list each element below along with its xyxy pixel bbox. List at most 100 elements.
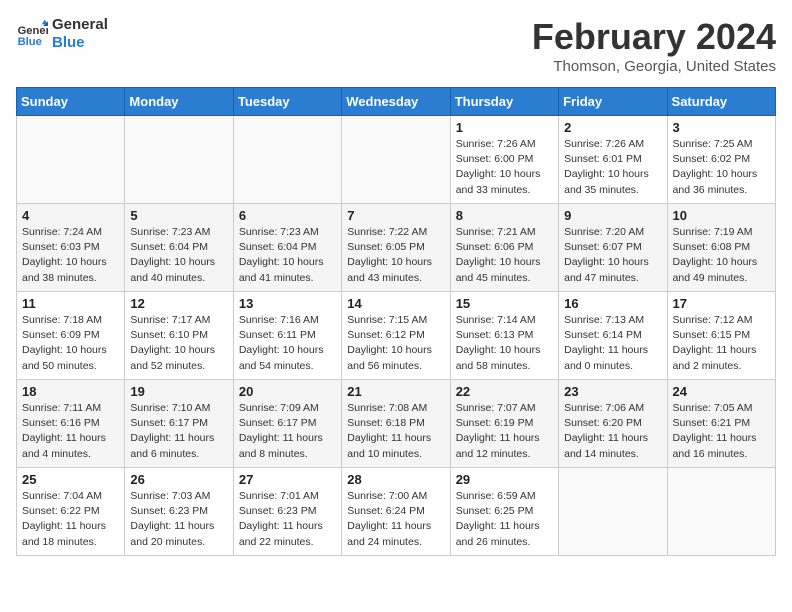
header-cell-wednesday: Wednesday <box>342 88 450 116</box>
day-number: 15 <box>456 296 553 311</box>
calendar-cell: 23 Sunrise: 7:06 AMSunset: 6:20 PMDayligh… <box>559 380 667 468</box>
calendar-cell: 17 Sunrise: 7:12 AMSunset: 6:15 PMDayligh… <box>667 292 775 380</box>
cell-content: Sunrise: 7:21 AMSunset: 6:06 PMDaylight:… <box>456 225 553 286</box>
cell-content: Sunrise: 7:26 AMSunset: 6:01 PMDaylight:… <box>564 137 661 198</box>
cell-content: Sunrise: 7:24 AMSunset: 6:03 PMDaylight:… <box>22 225 119 286</box>
calendar-cell: 22 Sunrise: 7:07 AMSunset: 6:19 PMDayligh… <box>450 380 558 468</box>
cell-content: Sunrise: 7:06 AMSunset: 6:20 PMDaylight:… <box>564 401 661 462</box>
title-area: February 2024 Thomson, Georgia, United S… <box>532 16 776 75</box>
day-number: 5 <box>130 208 227 223</box>
calendar-cell <box>17 116 125 204</box>
week-row-0: 1Sunrise: 7:26 AMSunset: 6:00 PMDaylight… <box>17 116 776 204</box>
cell-content: Sunrise: 7:12 AMSunset: 6:15 PMDaylight:… <box>673 313 770 374</box>
cell-content: Sunrise: 7:18 AMSunset: 6:09 PMDaylight:… <box>22 313 119 374</box>
calendar-cell: 1Sunrise: 7:26 AMSunset: 6:00 PMDaylight… <box>450 116 558 204</box>
logo-icon: General Blue <box>16 18 48 50</box>
day-number: 20 <box>239 384 336 399</box>
day-number: 17 <box>673 296 770 311</box>
calendar-cell: 14 Sunrise: 7:15 AMSunset: 6:12 PMDayligh… <box>342 292 450 380</box>
cell-content: Sunrise: 6:59 AMSunset: 6:25 PMDaylight:… <box>456 489 553 550</box>
cell-content: Sunrise: 7:04 AMSunset: 6:22 PMDaylight:… <box>22 489 119 550</box>
calendar-cell: 4 Sunrise: 7:24 AMSunset: 6:03 PMDaylight… <box>17 204 125 292</box>
cell-content: Sunrise: 7:10 AMSunset: 6:17 PMDaylight:… <box>130 401 227 462</box>
logo: General Blue General Blue <box>16 16 108 52</box>
day-number: 2 <box>564 120 661 135</box>
calendar-cell: 11Sunrise: 7:18 AMSunset: 6:09 PMDayligh… <box>17 292 125 380</box>
calendar-cell: 28Sunrise: 7:00 AMSunset: 6:24 PMDayligh… <box>342 468 450 556</box>
day-number: 28 <box>347 472 444 487</box>
calendar-cell: 21Sunrise: 7:08 AMSunset: 6:18 PMDayligh… <box>342 380 450 468</box>
day-number: 12 <box>130 296 227 311</box>
logo-general: General <box>52 16 108 34</box>
header-cell-sunday: Sunday <box>17 88 125 116</box>
header-cell-saturday: Saturday <box>667 88 775 116</box>
calendar-cell: 8 Sunrise: 7:21 AMSunset: 6:06 PMDaylight… <box>450 204 558 292</box>
day-number: 19 <box>130 384 227 399</box>
cell-content: Sunrise: 7:08 AMSunset: 6:18 PMDaylight:… <box>347 401 444 462</box>
calendar-cell <box>667 468 775 556</box>
cell-content: Sunrise: 7:11 AMSunset: 6:16 PMDaylight:… <box>22 401 119 462</box>
calendar-cell: 13 Sunrise: 7:16 AMSunset: 6:11 PMDayligh… <box>233 292 341 380</box>
day-number: 26 <box>130 472 227 487</box>
calendar-cell <box>233 116 341 204</box>
page-subtitle: Thomson, Georgia, United States <box>532 58 776 75</box>
cell-content: Sunrise: 7:03 AMSunset: 6:23 PMDaylight:… <box>130 489 227 550</box>
calendar-cell: 27Sunrise: 7:01 AMSunset: 6:23 PMDayligh… <box>233 468 341 556</box>
logo-blue: Blue <box>52 34 108 52</box>
week-row-3: 18 Sunrise: 7:11 AMSunset: 6:16 PMDayligh… <box>17 380 776 468</box>
calendar-cell: 18 Sunrise: 7:11 AMSunset: 6:16 PMDayligh… <box>17 380 125 468</box>
day-number: 16 <box>564 296 661 311</box>
day-number: 13 <box>239 296 336 311</box>
cell-content: Sunrise: 7:23 AMSunset: 6:04 PMDaylight:… <box>130 225 227 286</box>
calendar-cell: 15Sunrise: 7:14 AMSunset: 6:13 PMDayligh… <box>450 292 558 380</box>
calendar-cell: 25 Sunrise: 7:04 AMSunset: 6:22 PMDayligh… <box>17 468 125 556</box>
calendar-cell <box>125 116 233 204</box>
calendar-cell: 7 Sunrise: 7:22 AMSunset: 6:05 PMDaylight… <box>342 204 450 292</box>
calendar-table: SundayMondayTuesdayWednesdayThursdayFrid… <box>16 87 776 556</box>
day-number: 8 <box>456 208 553 223</box>
calendar-cell <box>342 116 450 204</box>
page-title: February 2024 <box>532 16 776 58</box>
calendar-cell <box>559 468 667 556</box>
cell-content: Sunrise: 7:09 AMSunset: 6:17 PMDaylight:… <box>239 401 336 462</box>
header-cell-tuesday: Tuesday <box>233 88 341 116</box>
cell-content: Sunrise: 7:26 AMSunset: 6:00 PMDaylight:… <box>456 137 553 198</box>
day-number: 22 <box>456 384 553 399</box>
day-number: 6 <box>239 208 336 223</box>
calendar-cell: 29 Sunrise: 6:59 AMSunset: 6:25 PMDayligh… <box>450 468 558 556</box>
calendar-cell: 19 Sunrise: 7:10 AMSunset: 6:17 PMDayligh… <box>125 380 233 468</box>
day-number: 23 <box>564 384 661 399</box>
day-number: 18 <box>22 384 119 399</box>
calendar-cell: 6 Sunrise: 7:23 AMSunset: 6:04 PMDaylight… <box>233 204 341 292</box>
cell-content: Sunrise: 7:22 AMSunset: 6:05 PMDaylight:… <box>347 225 444 286</box>
header-cell-thursday: Thursday <box>450 88 558 116</box>
calendar-cell: 26 Sunrise: 7:03 AMSunset: 6:23 PMDayligh… <box>125 468 233 556</box>
cell-content: Sunrise: 7:07 AMSunset: 6:19 PMDaylight:… <box>456 401 553 462</box>
cell-content: Sunrise: 7:15 AMSunset: 6:12 PMDaylight:… <box>347 313 444 374</box>
calendar-cell: 20 Sunrise: 7:09 AMSunset: 6:17 PMDayligh… <box>233 380 341 468</box>
day-number: 14 <box>347 296 444 311</box>
cell-content: Sunrise: 7:19 AMSunset: 6:08 PMDaylight:… <box>673 225 770 286</box>
week-row-2: 11Sunrise: 7:18 AMSunset: 6:09 PMDayligh… <box>17 292 776 380</box>
day-number: 4 <box>22 208 119 223</box>
week-row-4: 25 Sunrise: 7:04 AMSunset: 6:22 PMDayligh… <box>17 468 776 556</box>
day-number: 25 <box>22 472 119 487</box>
calendar-cell: 10 Sunrise: 7:19 AMSunset: 6:08 PMDayligh… <box>667 204 775 292</box>
cell-content: Sunrise: 7:20 AMSunset: 6:07 PMDaylight:… <box>564 225 661 286</box>
cell-content: Sunrise: 7:16 AMSunset: 6:11 PMDaylight:… <box>239 313 336 374</box>
day-number: 7 <box>347 208 444 223</box>
header: General Blue General Blue February 2024 … <box>16 16 776 75</box>
cell-content: Sunrise: 7:05 AMSunset: 6:21 PMDaylight:… <box>673 401 770 462</box>
header-cell-monday: Monday <box>125 88 233 116</box>
day-number: 10 <box>673 208 770 223</box>
day-number: 29 <box>456 472 553 487</box>
calendar-cell: 24 Sunrise: 7:05 AMSunset: 6:21 PMDayligh… <box>667 380 775 468</box>
day-number: 24 <box>673 384 770 399</box>
header-cell-friday: Friday <box>559 88 667 116</box>
calendar-cell: 12Sunrise: 7:17 AMSunset: 6:10 PMDayligh… <box>125 292 233 380</box>
week-row-1: 4 Sunrise: 7:24 AMSunset: 6:03 PMDaylight… <box>17 204 776 292</box>
cell-content: Sunrise: 7:23 AMSunset: 6:04 PMDaylight:… <box>239 225 336 286</box>
calendar-cell: 16Sunrise: 7:13 AMSunset: 6:14 PMDayligh… <box>559 292 667 380</box>
svg-text:General: General <box>18 25 48 37</box>
calendar-cell: 9Sunrise: 7:20 AMSunset: 6:07 PMDaylight… <box>559 204 667 292</box>
